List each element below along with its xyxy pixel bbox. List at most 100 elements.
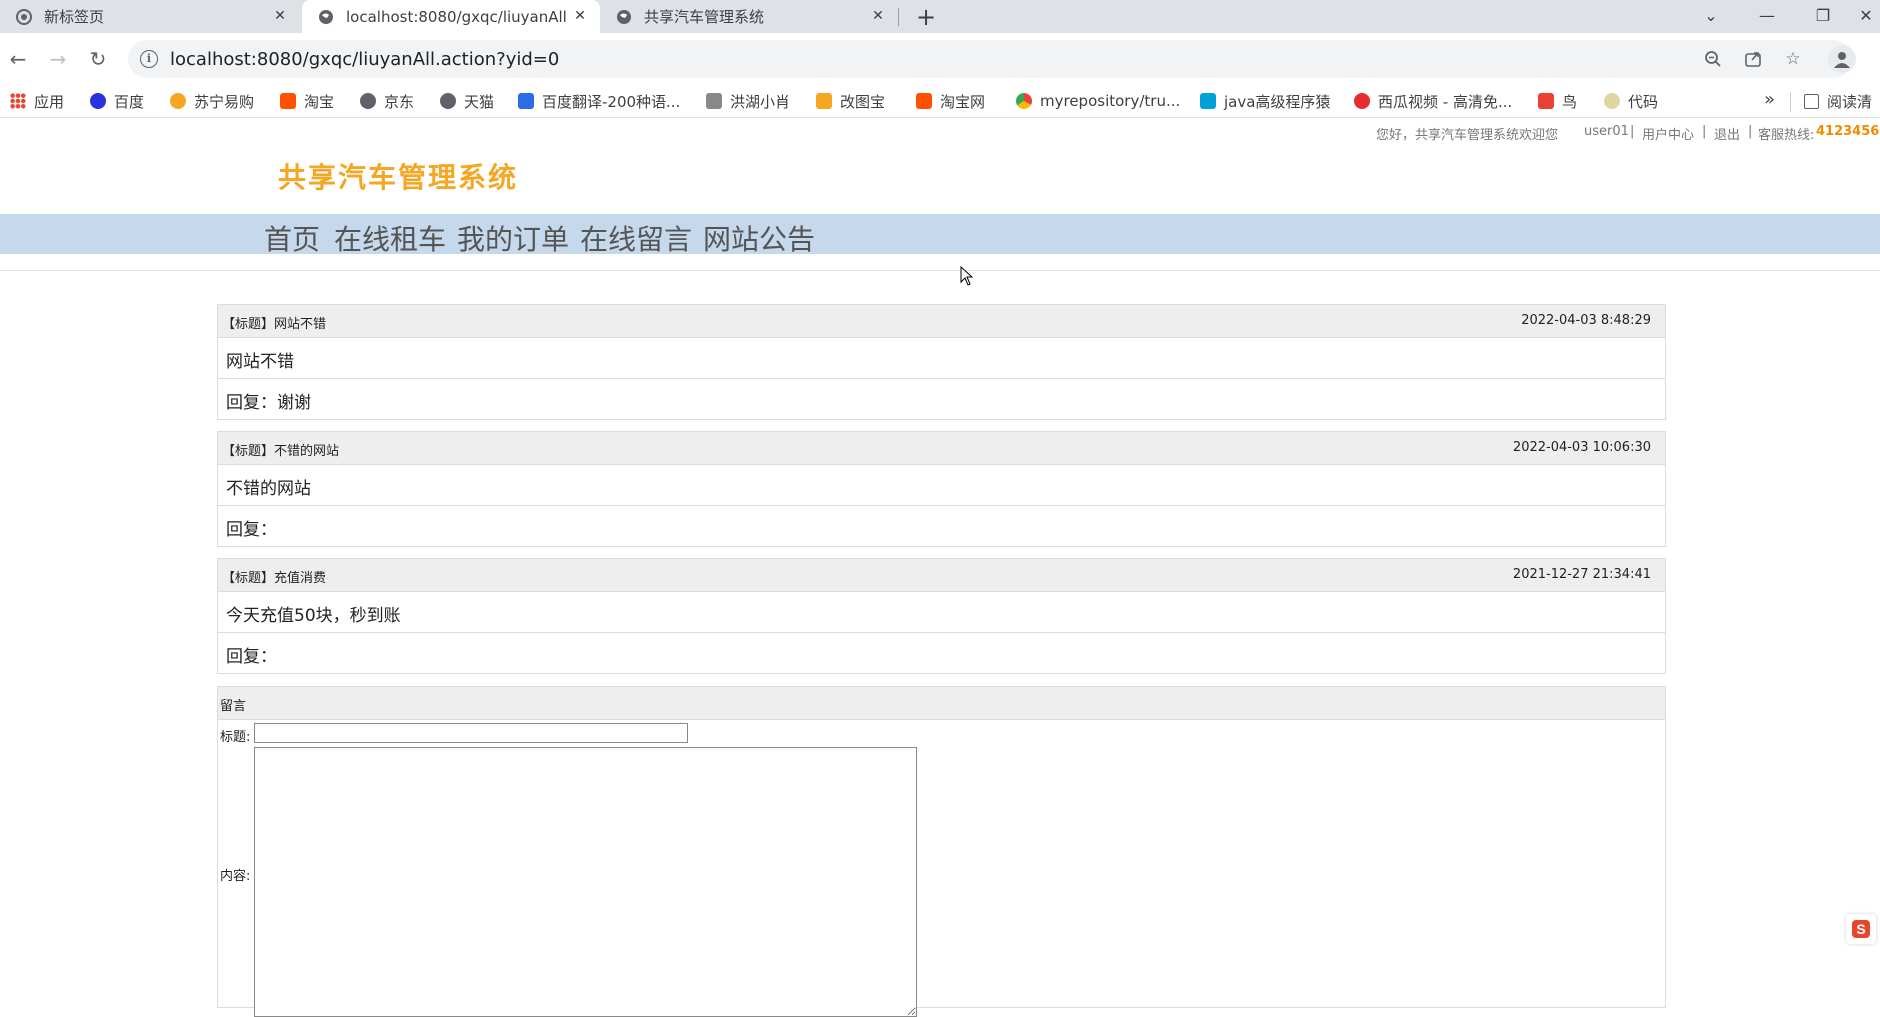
tab-search-icon[interactable]: ⌄ bbox=[1688, 0, 1734, 30]
share-icon[interactable] bbox=[1742, 48, 1764, 70]
main-nav: 首页 在线租车 我的订单 在线留言 网站公告 bbox=[0, 214, 1880, 256]
globe-icon bbox=[360, 93, 376, 109]
title-input[interactable] bbox=[254, 723, 688, 743]
minimize-icon[interactable]: — bbox=[1744, 0, 1790, 30]
bookmark-label: 西瓜视频 - 高清免... bbox=[1378, 92, 1513, 111]
close-icon[interactable]: ✕ bbox=[868, 6, 888, 26]
profile-icon[interactable] bbox=[1828, 45, 1856, 73]
tab-new-tab[interactable]: 新标签页 ✕ bbox=[0, 0, 300, 33]
more-bookmarks-icon[interactable]: » bbox=[1764, 89, 1775, 110]
bookmark-label: 洪湖小肖 bbox=[730, 92, 791, 111]
nav-announcements[interactable]: 网站公告 bbox=[703, 218, 815, 258]
bookmark-taobao[interactable]: 淘宝 bbox=[280, 91, 334, 111]
svg-text:S: S bbox=[1856, 921, 1865, 937]
message-date: 2022-04-03 10:06:30 bbox=[1512, 440, 1651, 455]
bookmark-bird[interactable]: 鸟 bbox=[1538, 91, 1577, 111]
bookmark-label: 淘宝 bbox=[304, 92, 335, 111]
message-content-row: 网站不错 bbox=[218, 338, 1665, 379]
nav-messages[interactable]: 在线留言 bbox=[580, 218, 692, 258]
bookmark-honghu[interactable]: 洪湖小肖 bbox=[706, 91, 790, 111]
tab-title: 新标签页 bbox=[44, 8, 105, 26]
globe-icon bbox=[616, 9, 632, 25]
bookmark-xigua[interactable]: 西瓜视频 - 高清免... bbox=[1354, 91, 1512, 111]
reading-list[interactable]: 阅读清 bbox=[1804, 91, 1872, 111]
bookmark-suning[interactable]: 苏宁易购 bbox=[170, 91, 254, 111]
back-icon[interactable]: ← bbox=[2, 43, 34, 75]
bookmarks-bar: 应用 百度 苏宁易购 淘宝 京东 天猫 百度翻译-200种语... 洪湖小肖 改… bbox=[0, 85, 1880, 118]
bird-icon bbox=[1538, 93, 1554, 109]
bookmark-gaitubao[interactable]: 改图宝 bbox=[816, 91, 885, 111]
restore-icon[interactable]: ❐ bbox=[1800, 0, 1846, 30]
xigua-video-icon bbox=[1354, 93, 1370, 109]
tab-liuyan[interactable]: localhost:8080/gxqc/liuyanAll.a ✕ bbox=[302, 0, 600, 33]
forward-icon[interactable]: → bbox=[42, 43, 74, 75]
separator: | bbox=[1630, 124, 1635, 139]
message-reply-row: 回复： bbox=[218, 506, 1665, 546]
bookmark-label: java高级程序猿 bbox=[1224, 92, 1331, 111]
info-icon[interactable]: i bbox=[140, 50, 158, 68]
message-date: 2021-12-27 21:34:41 bbox=[1512, 567, 1651, 582]
mouse-cursor-icon bbox=[960, 265, 974, 290]
tab-car-system[interactable]: 共享汽车管理系统 ✕ bbox=[600, 0, 898, 33]
bookmark-label: 淘宝网 bbox=[940, 92, 986, 111]
form-header: 留言 bbox=[218, 687, 1665, 720]
close-icon[interactable]: ✕ bbox=[570, 6, 590, 26]
browser-toolbar: ← → ↻ i localhost:8080/gxqc/liuyanAll.ac… bbox=[0, 33, 1880, 85]
bookmark-taobao-net[interactable]: 淘宝网 bbox=[916, 91, 985, 111]
logout-link[interactable]: 退出 bbox=[1714, 124, 1740, 143]
bookmark-apps[interactable]: 应用 bbox=[10, 91, 64, 111]
code-icon bbox=[1604, 93, 1620, 109]
bookmark-label: 鸟 bbox=[1562, 92, 1578, 111]
message-card: 【标题】充值消费 2021-12-27 21:34:41 今天充值50块，秒到账… bbox=[217, 558, 1666, 674]
bookmark-jd[interactable]: 京东 bbox=[360, 91, 414, 111]
bookmark-separator bbox=[1790, 92, 1791, 112]
message-title: 【标题】不错的网站 bbox=[222, 444, 340, 459]
content-label: 内容: bbox=[220, 869, 251, 884]
nav-home[interactable]: 首页 bbox=[264, 218, 320, 258]
message-reply: 回复： bbox=[226, 520, 277, 540]
close-icon[interactable]: ✕ bbox=[270, 6, 290, 26]
chrome-icon bbox=[16, 8, 32, 25]
tab-strip: 新标签页 ✕ localhost:8080/gxqc/liuyanAll.a ✕… bbox=[0, 0, 1880, 33]
zoom-icon[interactable] bbox=[1702, 48, 1724, 70]
url-text[interactable]: localhost:8080/gxqc/liuyanAll.action?yid… bbox=[170, 49, 559, 70]
content-textarea[interactable] bbox=[254, 747, 917, 1017]
message-reply: 回复： bbox=[226, 647, 277, 667]
tab-title: 共享汽车管理系统 bbox=[644, 8, 765, 26]
bookmark-label: 改图宝 bbox=[840, 92, 886, 111]
reload-icon[interactable]: ↻ bbox=[82, 43, 114, 75]
message-date: 2022-04-03 8:48:29 bbox=[1521, 313, 1651, 328]
bookmark-myrepository[interactable]: myrepository/tru... bbox=[1016, 91, 1180, 111]
bookmark-baidu[interactable]: 百度 bbox=[90, 91, 144, 111]
separator: | bbox=[1702, 124, 1707, 139]
message-title: 【标题】网站不错 bbox=[222, 317, 327, 332]
baidu-paw-icon bbox=[90, 93, 106, 109]
bookmark-label: 百度 bbox=[114, 92, 145, 111]
address-bar[interactable]: i localhost:8080/gxqc/liuyanAll.action?y… bbox=[128, 40, 1852, 78]
nav-rent-online[interactable]: 在线租车 bbox=[334, 218, 446, 258]
message-reply-row: 回复： bbox=[218, 633, 1665, 673]
user-center-link[interactable]: 用户中心 bbox=[1642, 124, 1694, 143]
bilibili-icon bbox=[1200, 93, 1216, 109]
star-icon[interactable]: ☆ bbox=[1782, 48, 1804, 70]
bookmark-tmall[interactable]: 天猫 bbox=[440, 91, 494, 111]
taobao-icon bbox=[916, 93, 932, 109]
sogou-ime-icon[interactable]: S bbox=[1846, 914, 1876, 944]
separator: | bbox=[1748, 124, 1753, 139]
username-link[interactable]: user01 bbox=[1584, 124, 1629, 139]
bookmark-label: 京东 bbox=[384, 92, 415, 111]
message-content-row: 今天充值50块，秒到账 bbox=[218, 592, 1665, 633]
bookmark-label: 苏宁易购 bbox=[194, 92, 255, 111]
form-heading: 留言 bbox=[220, 699, 247, 714]
message-header: 【标题】网站不错 2022-04-03 8:48:29 bbox=[218, 305, 1665, 338]
bookmark-label: 天猫 bbox=[464, 92, 495, 111]
window-close-icon[interactable]: ✕ bbox=[1852, 0, 1880, 30]
new-tab-icon[interactable]: + bbox=[912, 3, 940, 31]
bookmark-label: myrepository/tru... bbox=[1040, 92, 1181, 110]
bookmark-baidu-translate[interactable]: 百度翻译-200种语... bbox=[518, 91, 680, 111]
nav-my-orders[interactable]: 我的订单 bbox=[457, 218, 569, 258]
bookmark-label: 应用 bbox=[34, 92, 65, 111]
bookmark-java[interactable]: java高级程序猿 bbox=[1200, 91, 1330, 111]
apps-grid-icon bbox=[10, 93, 26, 109]
bookmark-code[interactable]: 代码 bbox=[1604, 91, 1658, 111]
